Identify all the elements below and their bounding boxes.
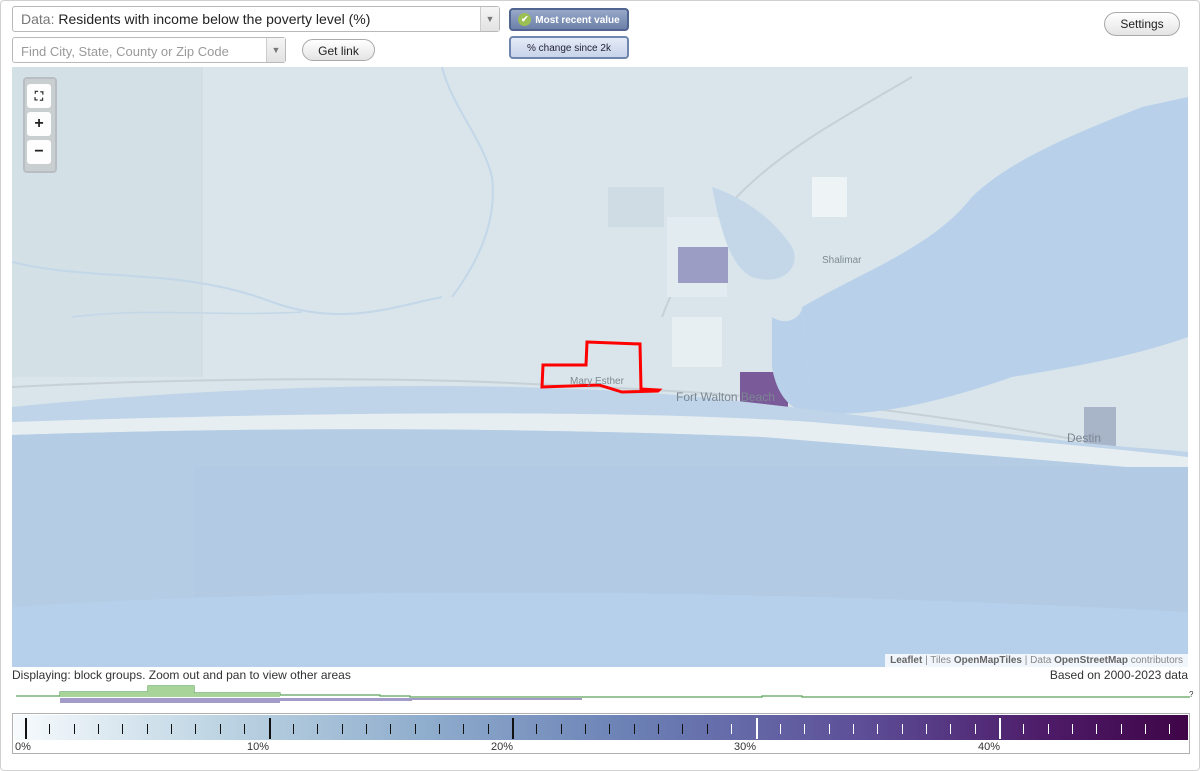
block-group xyxy=(812,177,847,217)
fit-bounds-icon[interactable]: ⛶ xyxy=(27,84,51,108)
legend-tick xyxy=(1047,724,1049,734)
legend-tick xyxy=(828,724,830,734)
legend-tick xyxy=(560,724,562,734)
map-attribution: Leaflet | Tiles OpenMapTiles | Data Open… xyxy=(885,654,1188,667)
legend-tick xyxy=(512,718,514,739)
map-label-mary-esther: Mary Esther xyxy=(570,376,624,387)
legend-gradient xyxy=(14,715,1188,740)
histogram xyxy=(16,685,1190,703)
search-box[interactable]: ▼ xyxy=(12,37,286,63)
attribution-text: | Tiles xyxy=(922,655,954,666)
legend-tick xyxy=(974,724,976,734)
status-text: Displaying: block groups. Zoom out and p… xyxy=(12,668,351,682)
legend-tick xyxy=(658,724,660,734)
data-select-value: Residents with income below the poverty … xyxy=(58,11,371,27)
legend-tick xyxy=(633,724,635,734)
legend-tick xyxy=(268,718,271,739)
openmaptiles-link[interactable]: OpenMapTiles xyxy=(954,655,1022,666)
legend-label-0: 0% xyxy=(15,741,31,753)
legend-tick xyxy=(852,724,854,734)
search-input[interactable] xyxy=(19,39,263,63)
chevron-down-icon[interactable]: ▼ xyxy=(480,7,499,31)
legend-tick xyxy=(341,724,343,734)
legend-label-20: 20% xyxy=(491,741,514,753)
get-link-button[interactable]: Get link xyxy=(302,39,375,61)
data-select[interactable]: Data: Residents with income below the po… xyxy=(12,6,500,32)
legend-tick xyxy=(463,724,465,734)
map-label-destin: Destin xyxy=(1067,431,1102,445)
legend-tick xyxy=(487,724,489,734)
legend-tick xyxy=(1120,724,1122,734)
legend-tick xyxy=(804,724,806,734)
legend-tick xyxy=(706,724,708,734)
legend-tick xyxy=(414,724,416,734)
most-recent-label: Most recent value xyxy=(535,15,620,26)
most-recent-toggle[interactable]: ✔ Most recent value xyxy=(509,8,629,31)
legend-tick xyxy=(49,724,51,734)
legend-tick xyxy=(1169,724,1171,734)
legend-tick xyxy=(999,718,1001,739)
legend-tick xyxy=(317,724,319,734)
histogram-question-mark: ? xyxy=(1189,690,1194,699)
legend-tick xyxy=(365,724,367,734)
change-since-toggle[interactable]: % change since 2k xyxy=(509,36,629,59)
legend-tick xyxy=(171,724,173,734)
legend-tick xyxy=(536,724,538,734)
legend-label-40: 40% xyxy=(978,741,1001,753)
legend-tick xyxy=(390,724,392,734)
legend-tick xyxy=(219,724,221,734)
attribution-text: | Data xyxy=(1022,655,1055,666)
legend-label-10: 10% xyxy=(247,741,270,753)
map-canvas[interactable] xyxy=(12,67,1188,667)
chevron-down-icon[interactable]: ▼ xyxy=(266,38,285,62)
legend-tick xyxy=(1023,724,1025,734)
legend-tick xyxy=(877,724,879,734)
legend-tick xyxy=(1096,724,1098,734)
block-group xyxy=(672,317,722,367)
legend-tick xyxy=(1145,724,1147,734)
map-label-fort-walton-beach: Fort Walton Beach xyxy=(676,390,775,404)
block-group xyxy=(678,247,728,283)
zoom-in-button[interactable]: + xyxy=(27,112,51,136)
data-select-prefix: Data: xyxy=(21,11,55,27)
legend-tick xyxy=(1072,724,1074,734)
color-legend[interactable]: 0% 10% 20% 30% 40% xyxy=(12,713,1190,754)
legend-tick xyxy=(98,724,100,734)
legend-label-30: 30% xyxy=(734,741,757,753)
legend-tick xyxy=(779,724,781,734)
legend-tick xyxy=(122,724,124,734)
block-group xyxy=(608,187,664,227)
legend-tick xyxy=(195,724,197,734)
legend-tick xyxy=(731,724,733,734)
legend-tick xyxy=(244,724,246,734)
legend-tick xyxy=(682,724,684,734)
legend-tick xyxy=(950,724,952,734)
map[interactable]: ⛶ + − Shalimar Mary Esther Fort Walton B… xyxy=(12,67,1188,667)
settings-button[interactable]: Settings xyxy=(1104,12,1180,36)
legend-tick xyxy=(438,724,440,734)
legend-tick xyxy=(292,724,294,734)
leaflet-link[interactable]: Leaflet xyxy=(890,655,922,666)
legend-tick xyxy=(146,724,148,734)
legend-tick xyxy=(925,724,927,734)
legend-tick xyxy=(585,724,587,734)
histogram-bars-baseline xyxy=(16,698,1190,703)
legend-tick xyxy=(73,724,75,734)
openstreetmap-link[interactable]: OpenStreetMap xyxy=(1054,655,1128,666)
legend-tick xyxy=(755,718,758,739)
legend-tick xyxy=(25,718,27,739)
zoom-out-button[interactable]: − xyxy=(27,140,51,164)
check-icon: ✔ xyxy=(518,12,532,26)
attribution-text: contributors xyxy=(1127,655,1183,666)
based-on-text: Based on 2000-2023 data xyxy=(1049,668,1188,682)
zoom-control: ⛶ + − xyxy=(23,77,57,173)
legend-tick xyxy=(901,724,903,734)
legend-tick xyxy=(609,724,611,734)
map-label-shalimar: Shalimar xyxy=(822,255,862,266)
